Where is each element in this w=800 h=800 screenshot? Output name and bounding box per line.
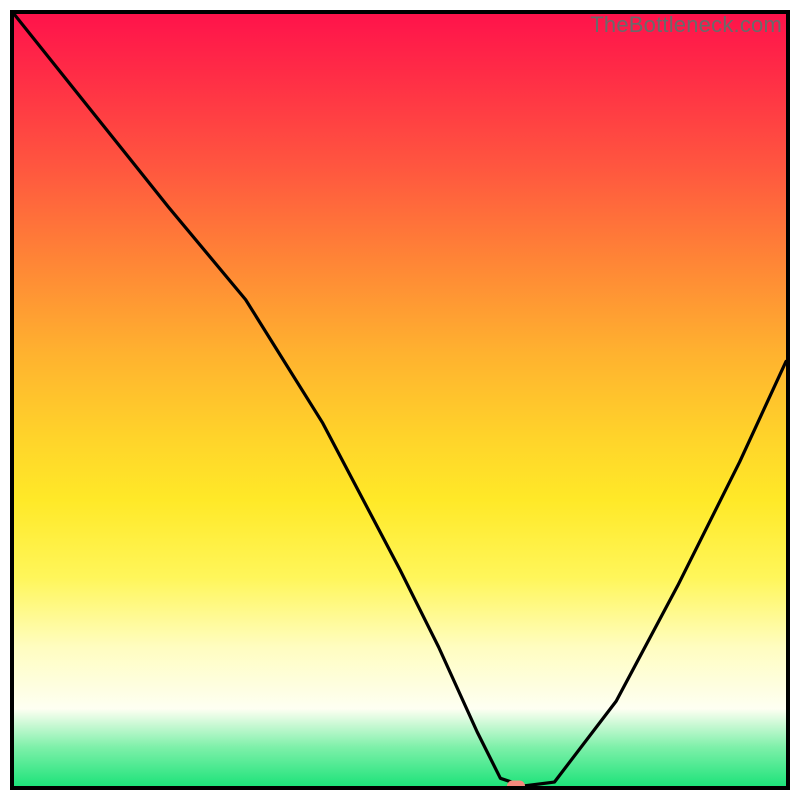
bottleneck-chart: TheBottleneck.com [0,0,800,800]
bottleneck-curve-line [14,14,786,786]
plot-area [10,10,790,790]
minimum-marker-pill [507,781,525,791]
attribution-watermark: TheBottleneck.com [590,12,782,38]
curve-layer [14,14,786,786]
